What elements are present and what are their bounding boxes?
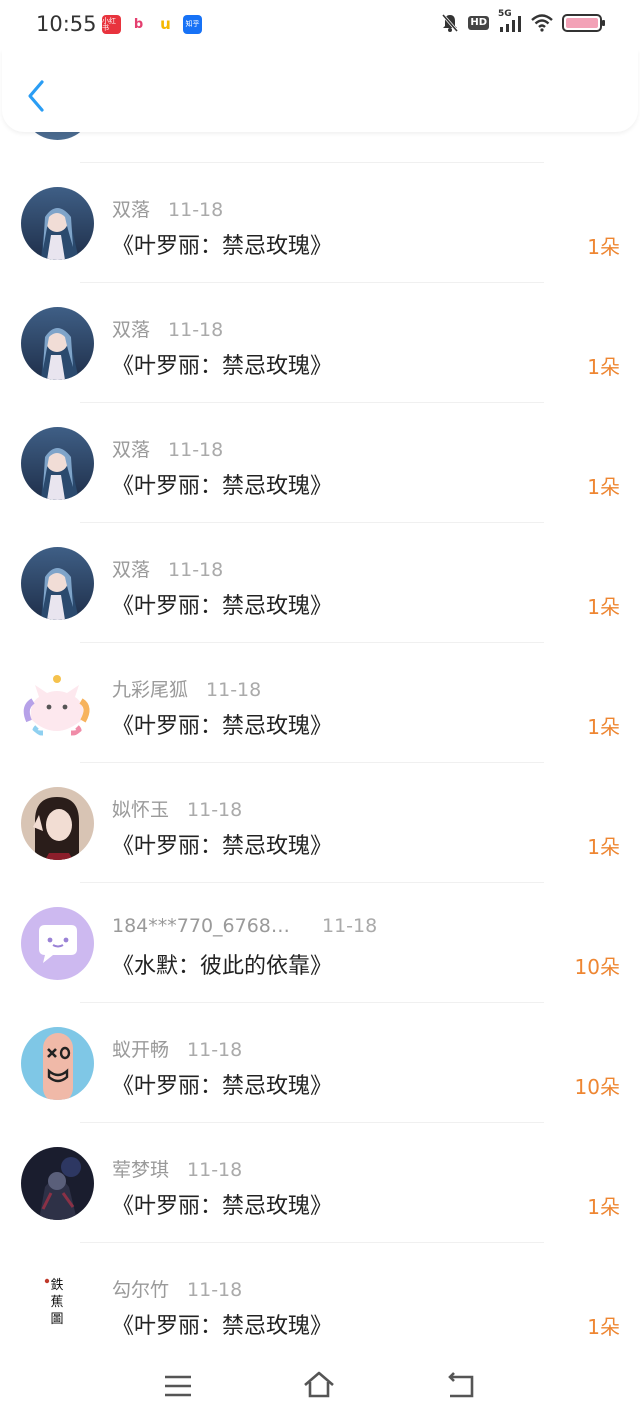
wifi-icon	[531, 14, 553, 32]
gift-time: 11-18	[206, 679, 262, 701]
gift-list: 双落 11-18 《叶罗丽：禁忌玫瑰》 1朵 双落 11-18 《叶罗丽：禁忌玫瑰》 1朵 双落…	[0, 0, 640, 1423]
nickname: 姒怀玉	[112, 799, 170, 821]
menu-icon	[165, 1375, 191, 1397]
row-meta: 蚁开畅 11-18	[112, 1035, 242, 1062]
gift-time: 11-18	[168, 319, 224, 341]
list-item[interactable]: 双落 11-18 《叶罗丽：禁忌玫瑰》 1朵	[0, 163, 640, 283]
list-item[interactable]: 鉄蕉圖勾尔竹 11-18 《叶罗丽：禁忌玫瑰》 1朵	[0, 1243, 640, 1363]
row-meta: 双落 11-18	[112, 315, 223, 342]
gift-time: 11-18	[187, 1039, 243, 1061]
top-bar	[2, 50, 638, 132]
gift-amount: 1朵	[587, 475, 620, 499]
network-label: 5G	[498, 9, 512, 19]
book-title: 《水默：彼此的依靠》	[112, 954, 333, 979]
nickname: 双落	[112, 559, 151, 581]
list-item[interactable]: 双落 11-18 《叶罗丽：禁忌玫瑰》 1朵	[0, 403, 640, 523]
gift-time: 11-18	[187, 1159, 243, 1181]
book-title: 《叶罗丽：禁忌玫瑰》	[112, 1314, 333, 1339]
battery-level	[566, 18, 598, 28]
anime-girl-avatar	[21, 427, 94, 500]
book-title: 《叶罗丽：禁忌玫瑰》	[112, 1074, 333, 1099]
nickname: 双落	[112, 319, 151, 341]
gift-amount: 1朵	[587, 355, 620, 379]
list-item[interactable]: 荤梦琪 11-18 《叶罗丽：禁忌玫瑰》 1朵	[0, 1123, 640, 1243]
zhihu-icon: 知乎	[183, 15, 202, 34]
list-item[interactable]: 九彩尾狐 11-18 《叶罗丽：禁忌玫瑰》 1朵	[0, 643, 640, 763]
book-title: 《叶罗丽：禁忌玫瑰》	[112, 834, 333, 859]
status-bar: 10:55 小红书 b u 知乎 HD 5G	[0, 0, 640, 50]
nickname: 184***770_6768…	[112, 915, 290, 937]
nickname: 蚁开畅	[112, 1039, 170, 1061]
red-app-icon: 小红书	[102, 15, 121, 34]
row-meta: 勾尔竹 11-18	[112, 1275, 242, 1302]
calligraphy-avatar: 鉄蕉圖	[21, 1267, 94, 1340]
row-meta: 九彩尾狐 11-18	[112, 675, 261, 702]
chevron-left-icon	[28, 80, 44, 112]
book-title: 《叶罗丽：禁忌玫瑰》	[112, 234, 333, 259]
book-title: 《叶罗丽：禁忌玫瑰》	[112, 714, 333, 739]
gift-amount: 10朵	[574, 955, 620, 979]
anime-girl-avatar	[21, 307, 94, 380]
system-nav-bar	[0, 1351, 640, 1423]
anime-girl-avatar	[21, 547, 94, 620]
gift-time: 11-18	[187, 1279, 243, 1301]
back-icon	[448, 1372, 474, 1398]
home-icon	[304, 1371, 334, 1398]
gift-time: 11-18	[168, 199, 224, 221]
gift-amount: 10朵	[574, 1075, 620, 1099]
book-title: 《叶罗丽：禁忌玫瑰》	[112, 1194, 333, 1219]
book-title: 《叶罗丽：禁忌玫瑰》	[112, 474, 333, 499]
finger-face-avatar	[21, 1027, 94, 1100]
menu-button[interactable]	[161, 1369, 195, 1403]
home-button[interactable]	[302, 1369, 336, 1403]
list-item[interactable]: 双落 11-18 《叶罗丽：禁忌玫瑰》 1朵	[0, 523, 640, 643]
nickname: 双落	[112, 199, 151, 221]
row-meta: 姒怀玉 11-18	[112, 795, 242, 822]
nickname: 勾尔竹	[112, 1279, 170, 1301]
gift-time: 11-18	[187, 799, 243, 821]
gift-amount: 1朵	[587, 835, 620, 859]
list-item[interactable]: 蚁开畅 11-18 《叶罗丽：禁忌玫瑰》 10朵	[0, 1003, 640, 1123]
mute-icon	[441, 13, 459, 33]
row-meta: 双落 11-18	[112, 555, 223, 582]
gift-time: 11-18	[168, 559, 224, 581]
gift-amount: 1朵	[587, 1315, 620, 1339]
gift-time: 11-18	[322, 915, 378, 937]
row-meta: 双落 11-18	[112, 435, 223, 462]
gift-amount: 1朵	[587, 595, 620, 619]
gift-amount: 1朵	[587, 715, 620, 739]
list-item[interactable]: 双落 11-18 《叶罗丽：禁忌玫瑰》 1朵	[0, 283, 640, 403]
nickname: 荤梦琪	[112, 1159, 170, 1181]
battery-icon	[562, 14, 605, 32]
gift-amount: 1朵	[587, 1195, 620, 1219]
list-item[interactable]: 184***770_6768… 11-18 《水默：彼此的依靠》 10朵	[0, 883, 640, 1003]
book-title: 《叶罗丽：禁忌玫瑰》	[112, 354, 333, 379]
girl-photo-avatar	[21, 787, 94, 860]
notification-app-icons: 小红书 b u 知乎	[102, 15, 202, 34]
svg-text:圖: 圖	[50, 1312, 63, 1327]
back-nav-button[interactable]	[444, 1369, 478, 1403]
status-time: 10:55	[36, 12, 97, 36]
row-meta: 双落 11-18	[112, 195, 223, 222]
yellow-app-icon: u	[156, 15, 175, 34]
fox-avatar	[21, 667, 94, 740]
nickname: 九彩尾狐	[112, 679, 189, 701]
dark-character-avatar	[21, 1147, 94, 1220]
svg-text:蕉: 蕉	[50, 1295, 63, 1310]
svg-text:鉄: 鉄	[50, 1278, 63, 1293]
signal-icon: 5G	[498, 9, 522, 33]
status-indicators: HD 5G	[441, 9, 605, 33]
chat-bubble-avatar	[21, 907, 94, 980]
row-meta: 184***770_6768… 11-18	[112, 915, 377, 937]
list-item[interactable]: 姒怀玉 11-18 《叶罗丽：禁忌玫瑰》 1朵	[0, 763, 640, 883]
bilibili-icon: b	[129, 15, 148, 34]
row-meta: 荤梦琪 11-18	[112, 1155, 242, 1182]
nickname: 双落	[112, 439, 151, 461]
gift-time: 11-18	[168, 439, 224, 461]
anime-girl-avatar	[21, 187, 94, 260]
back-button[interactable]	[22, 76, 52, 116]
gift-amount: 1朵	[587, 235, 620, 259]
book-title: 《叶罗丽：禁忌玫瑰》	[112, 594, 333, 619]
hd-badge: HD	[468, 16, 489, 30]
